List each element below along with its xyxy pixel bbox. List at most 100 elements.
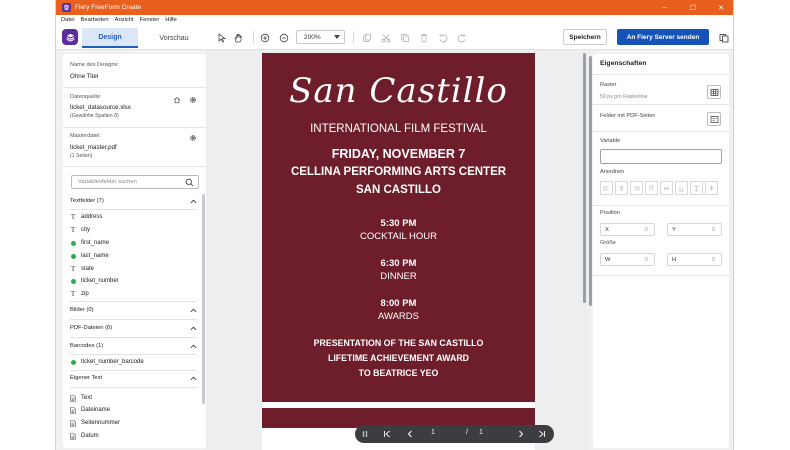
- menu-window[interactable]: Fenster: [140, 17, 160, 23]
- copy-icon[interactable]: [399, 32, 410, 43]
- gear-icon[interactable]: [188, 95, 197, 104]
- chevron-up-icon[interactable]: [190, 343, 197, 350]
- send-to-fiery-button[interactable]: An Fiery Server senden: [617, 29, 709, 45]
- pdf-fields-icon: [710, 115, 718, 123]
- menu-view[interactable]: Ansicht: [115, 17, 134, 23]
- document-icon: [70, 406, 76, 414]
- app-icon: [62, 3, 71, 12]
- design-name-value[interactable]: Ohne Titel: [70, 73, 98, 80]
- field-name: zip: [81, 291, 89, 297]
- close-button[interactable]: ✕: [707, 0, 733, 15]
- event-name: AWARDS: [378, 311, 419, 322]
- left-panel-scrollbar[interactable]: [202, 194, 205, 404]
- select-pointer-icon[interactable]: [216, 32, 227, 43]
- datasource-info: (Gewählte Spalten 8): [70, 113, 119, 119]
- pdf-header: PDF-Dateien (0): [70, 325, 113, 331]
- duplicate-icon[interactable]: [361, 32, 372, 43]
- save-button[interactable]: Speichern: [563, 29, 607, 45]
- distribute-horizontal-icon[interactable]: [690, 181, 703, 195]
- field-item[interactable]: first_name: [70, 237, 109, 249]
- size-width-field[interactable]: W 0: [600, 253, 655, 266]
- field-item[interactable]: Taddress: [70, 211, 103, 223]
- field-item[interactable]: Tstate: [70, 263, 94, 275]
- delete-icon[interactable]: [418, 32, 429, 43]
- title-bar[interactable]: Fiery FreeForm Create – ☐ ✕: [56, 0, 733, 15]
- custom-text-item[interactable]: Seitennummer: [70, 417, 120, 429]
- raster-info: 50 px pro Rasterlinie: [600, 94, 648, 100]
- distribute-vertical-icon[interactable]: [705, 181, 718, 195]
- document-icon: [70, 419, 76, 427]
- align-center-h-icon[interactable]: [615, 181, 628, 195]
- event-time: 8:00 PM: [380, 298, 417, 309]
- menu-help[interactable]: Hilfe: [165, 17, 177, 23]
- chevron-up-icon[interactable]: [190, 307, 197, 314]
- zoom-in-icon[interactable]: [259, 32, 270, 43]
- cut-icon[interactable]: [380, 32, 391, 43]
- variable-input[interactable]: [600, 149, 722, 164]
- chevron-up-icon[interactable]: [190, 198, 197, 205]
- barcode-item[interactable]: ticket_number_barcode: [70, 356, 144, 368]
- field-name: address: [81, 214, 103, 220]
- design-canvas[interactable]: San Castillo INTERNATIONAL FILM FESTIVAL…: [206, 50, 590, 450]
- chevron-up-icon[interactable]: [190, 325, 197, 332]
- last-page-icon[interactable]: [537, 429, 547, 439]
- ticket-artwork[interactable]: San Castillo INTERNATIONAL FILM FESTIVAL…: [262, 53, 535, 402]
- size-height-field[interactable]: H 0: [667, 253, 722, 266]
- barcodes-header: Barcodes (1): [70, 343, 104, 349]
- field-item[interactable]: Tcity: [70, 224, 90, 236]
- zoom-out-icon[interactable]: [278, 32, 289, 43]
- custom-text-item[interactable]: Text: [70, 392, 92, 404]
- tab-preview[interactable]: Vorschau: [144, 28, 204, 48]
- pdf-fields-button[interactable]: [707, 112, 721, 126]
- field-item[interactable]: Tzip: [70, 288, 89, 300]
- undo-icon[interactable]: [437, 32, 448, 43]
- current-page-number[interactable]: 1: [431, 429, 435, 436]
- field-name: ticket_number: [81, 278, 119, 284]
- drag-handle-icon[interactable]: [360, 429, 370, 439]
- pdf-group-header[interactable]: PDF-Dateien (0): [70, 322, 197, 334]
- chevron-up-icon[interactable]: [190, 375, 197, 382]
- canvas-scrollbar[interactable]: [583, 53, 586, 303]
- align-center-v-icon[interactable]: [660, 181, 673, 195]
- menu-bar: Datei Bearbeiten Ansicht Fenster Hilfe: [56, 15, 733, 25]
- next-page-icon[interactable]: [516, 429, 526, 439]
- custom-text-group-header[interactable]: Eigener Text: [70, 372, 197, 384]
- field-item[interactable]: ticket_number: [70, 275, 119, 287]
- minimize-button[interactable]: –: [651, 0, 679, 15]
- home-icon[interactable]: [172, 95, 181, 104]
- align-left-icon[interactable]: [600, 181, 613, 195]
- barcodes-group-header[interactable]: Barcodes (1): [70, 340, 197, 352]
- grid-toggle-button[interactable]: [707, 85, 721, 99]
- redo-icon[interactable]: [456, 32, 467, 43]
- position-x-field[interactable]: X 0: [600, 223, 655, 236]
- align-right-icon[interactable]: [630, 181, 643, 195]
- gear-icon[interactable]: [188, 133, 197, 142]
- left-panel: Name des Designs: Ohne Titel Datenquelle…: [63, 54, 206, 448]
- ticket-page[interactable]: San Castillo INTERNATIONAL FILM FESTIVAL…: [262, 53, 535, 450]
- canvas-vertical-scrollbar[interactable]: [589, 56, 592, 306]
- text-field-icon: T: [70, 289, 76, 298]
- ticket-date: FRIDAY, NOVEMBER 7: [331, 147, 466, 161]
- first-page-icon[interactable]: [382, 429, 392, 439]
- menu-file[interactable]: Datei: [61, 17, 75, 23]
- position-y-field[interactable]: Y 0: [667, 223, 722, 236]
- align-top-icon[interactable]: [645, 181, 658, 195]
- textfields-group-header[interactable]: Textfelder (7): [70, 195, 197, 207]
- tab-design[interactable]: Design: [82, 28, 138, 48]
- variable-search-input[interactable]: Variablenfelder suchen: [71, 175, 199, 189]
- w-label: W: [605, 256, 611, 263]
- field-item[interactable]: last_name: [70, 250, 109, 262]
- presentation-line: TO BEATRICE YEO: [358, 368, 439, 378]
- maximize-button[interactable]: ☐: [679, 0, 707, 15]
- menu-edit[interactable]: Bearbeiten: [81, 17, 109, 23]
- hand-pan-icon[interactable]: [232, 32, 243, 43]
- custom-text-item[interactable]: Dateiname: [70, 404, 110, 416]
- panels-toggle-icon[interactable]: [718, 32, 729, 43]
- align-bottom-icon[interactable]: [675, 181, 688, 195]
- images-group-header[interactable]: Bilder (0): [70, 304, 197, 316]
- search-icon[interactable]: [185, 178, 194, 187]
- zoom-select[interactable]: 200%: [296, 30, 345, 44]
- previous-page-icon[interactable]: [405, 429, 415, 439]
- window-title: Fiery FreeForm Create: [75, 4, 142, 11]
- custom-text-item[interactable]: Datum: [70, 430, 99, 442]
